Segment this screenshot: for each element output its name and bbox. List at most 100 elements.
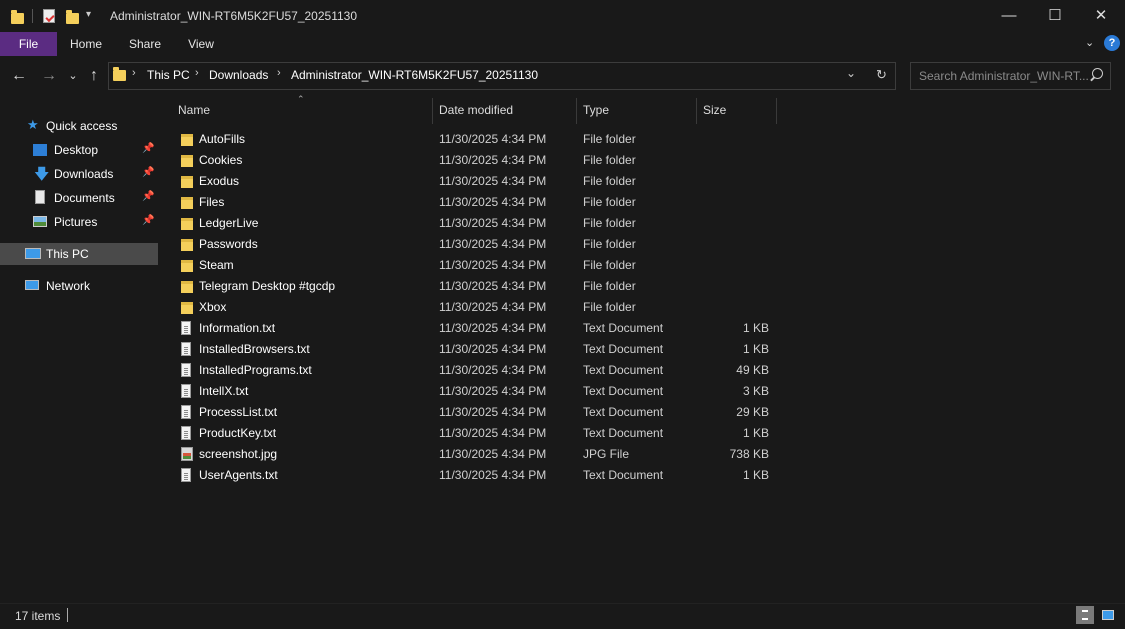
customize-toolbar-icon[interactable]: ▾	[86, 9, 91, 20]
column-header-name[interactable]: Name	[178, 103, 210, 117]
details-icon	[1082, 610, 1088, 620]
file-row[interactable]: Passwords 11/30/2025 4:34 PM File folder	[160, 234, 1125, 255]
file-row[interactable]: ProcessList.txt 11/30/2025 4:34 PM Text Do…	[160, 402, 1125, 423]
folder-icon	[181, 176, 193, 188]
column-divider[interactable]	[432, 98, 433, 124]
file-row[interactable]: IntellX.txt 11/30/2025 4:34 PM Text Docume…	[160, 381, 1125, 402]
file-row[interactable]: AutoFills 11/30/2025 4:34 PM File folder	[160, 129, 1125, 150]
column-header-type[interactable]: Type	[583, 103, 609, 117]
forward-button[interactable]: →	[40, 65, 58, 87]
file-date-modified: 11/30/2025 4:34 PM	[439, 447, 547, 461]
text-file-icon	[181, 321, 191, 335]
file-row[interactable]: InstalledBrowsers.txt 11/30/2025 4:34 PM T…	[160, 339, 1125, 360]
file-row[interactable]: Xbox 11/30/2025 4:34 PM File folder	[160, 297, 1125, 318]
tab-share[interactable]: Share	[122, 32, 168, 56]
tab-home[interactable]: Home	[62, 32, 110, 56]
breadcrumb-current-folder[interactable]: Administrator_WIN-RT6M5K2FU57_20251130	[291, 68, 538, 82]
nav-item-this-pc[interactable]: This PC	[0, 243, 158, 265]
column-divider[interactable]	[576, 98, 577, 124]
address-dropdown-icon[interactable]: ⌄	[846, 66, 856, 80]
nav-label: Desktop	[54, 143, 99, 157]
column-divider[interactable]	[776, 98, 777, 124]
documents-icon	[35, 190, 45, 204]
text-file-icon	[181, 468, 191, 482]
breadcrumb-separator: ›	[277, 67, 281, 79]
nav-item-desktop[interactable]: Desktop 📌	[0, 139, 158, 161]
nav-label: Pictures	[54, 215, 98, 229]
column-header-size[interactable]: Size	[703, 103, 726, 117]
file-type: Text Document	[583, 321, 664, 335]
file-name: LedgerLive	[199, 216, 259, 230]
folder-icon	[181, 155, 193, 167]
back-button[interactable]: ←	[10, 65, 28, 87]
breadcrumb-this-pc[interactable]: This PC	[147, 68, 190, 82]
file-row[interactable]: Information.txt 11/30/2025 4:34 PM Text Do…	[160, 318, 1125, 339]
file-name: InstalledPrograms.txt	[199, 363, 312, 377]
file-row[interactable]: Files 11/30/2025 4:34 PM File folder	[160, 192, 1125, 213]
file-size: 1 KB	[742, 342, 769, 356]
maximize-button[interactable]: ☐	[1032, 0, 1078, 32]
file-name: IntellX.txt	[199, 384, 249, 398]
star-icon: ★	[27, 117, 39, 132]
file-name: Information.txt	[199, 321, 276, 335]
file-row[interactable]: InstalledPrograms.txt 11/30/2025 4:34 PM T…	[160, 360, 1125, 381]
refresh-icon[interactable]: ↻	[876, 67, 887, 83]
nav-item-documents[interactable]: Documents 📌	[0, 187, 158, 209]
minimize-button[interactable]: —	[986, 0, 1032, 32]
sort-ascending-icon: ⌃	[297, 94, 305, 104]
file-row[interactable]: Steam 11/30/2025 4:34 PM File folder	[160, 255, 1125, 276]
file-name: Passwords	[199, 237, 258, 251]
file-date-modified: 11/30/2025 4:34 PM	[439, 300, 547, 314]
tab-view[interactable]: View	[178, 32, 224, 56]
file-row[interactable]: ProductKey.txt 11/30/2025 4:34 PM Text Doc…	[160, 423, 1125, 444]
text-file-icon	[181, 426, 191, 440]
file-name: Files	[199, 195, 225, 209]
help-icon[interactable]: ?	[1104, 35, 1120, 51]
nav-item-quick-access[interactable]: ★ Quick access	[0, 115, 158, 137]
file-size: 49 KB	[736, 363, 769, 377]
file-type: File folder	[583, 132, 636, 146]
file-type: Text Document	[583, 426, 664, 440]
nav-label: This PC	[46, 247, 89, 261]
details-view-button[interactable]	[1076, 606, 1094, 624]
file-type: File folder	[583, 195, 636, 209]
window-title: Administrator_WIN-RT6M5K2FU57_20251130	[110, 9, 358, 23]
text-file-icon	[181, 342, 191, 356]
file-type: Text Document	[583, 405, 664, 419]
file-row[interactable]: Cookies 11/30/2025 4:34 PM File folder	[160, 150, 1125, 171]
file-row[interactable]: LedgerLive 11/30/2025 4:34 PM File folder	[160, 213, 1125, 234]
nav-item-network[interactable]: Network	[0, 275, 158, 297]
expand-ribbon-icon[interactable]: ⌄	[1085, 36, 1094, 49]
toolbar-divider	[32, 9, 33, 23]
file-name: Steam	[199, 258, 234, 272]
tab-file[interactable]: File	[0, 32, 57, 56]
file-date-modified: 11/30/2025 4:34 PM	[439, 132, 547, 146]
large-icons-view-button[interactable]	[1099, 606, 1117, 624]
column-header-date[interactable]: Date modified	[439, 103, 513, 117]
file-type: File folder	[583, 174, 636, 188]
new-folder-icon[interactable]	[66, 10, 79, 24]
breadcrumb-separator: ›	[195, 67, 199, 79]
file-date-modified: 11/30/2025 4:34 PM	[439, 363, 547, 377]
file-name: InstalledBrowsers.txt	[199, 342, 310, 356]
nav-item-pictures[interactable]: Pictures 📌	[0, 211, 158, 233]
file-row[interactable]: UserAgents.txt 11/30/2025 4:34 PM Text Doc…	[160, 465, 1125, 486]
nav-label: Quick access	[46, 119, 118, 133]
file-date-modified: 11/30/2025 4:34 PM	[439, 321, 547, 335]
file-row[interactable]: Exodus 11/30/2025 4:34 PM File folder	[160, 171, 1125, 192]
nav-label: Documents	[54, 191, 115, 205]
file-row[interactable]: screenshot.jpg 11/30/2025 4:34 PM JPG File…	[160, 444, 1125, 465]
file-row[interactable]: Telegram Desktop #tgcdp 11/30/2025 4:34 P…	[160, 276, 1125, 297]
column-divider[interactable]	[696, 98, 697, 124]
nav-item-downloads[interactable]: 🡇 Downloads 📌	[0, 163, 158, 185]
file-type: File folder	[583, 258, 636, 272]
up-button[interactable]: ↑	[86, 65, 102, 87]
close-button[interactable]: ✕	[1078, 0, 1124, 32]
properties-icon[interactable]	[43, 9, 55, 23]
file-size: 1 KB	[742, 426, 769, 440]
breadcrumb-downloads[interactable]: Downloads	[209, 68, 268, 82]
file-type: File folder	[583, 300, 636, 314]
recent-locations-button[interactable]: ⌄	[66, 65, 80, 87]
search-input[interactable]: Search Administrator_WIN-RT...	[919, 69, 1089, 83]
status-bar	[0, 603, 1125, 629]
